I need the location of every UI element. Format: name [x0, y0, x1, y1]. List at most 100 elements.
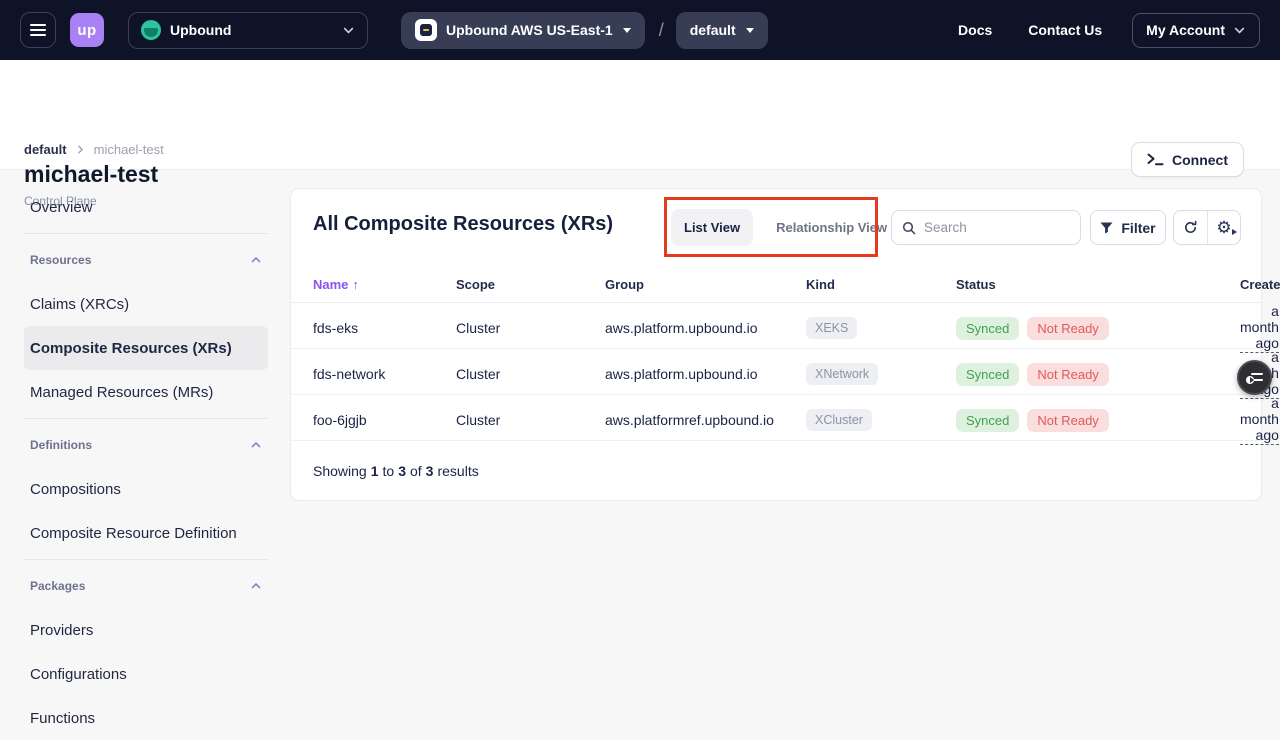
column-header-kind[interactable]: Kind: [806, 277, 956, 292]
sidebar-item-functions[interactable]: Functions: [24, 696, 268, 740]
cell-group: aws.platformref.upbound.io: [605, 412, 806, 428]
cell-group: aws.platform.upbound.io: [605, 366, 806, 382]
search-box: [891, 210, 1081, 245]
search-input[interactable]: [924, 220, 1070, 235]
caret-down-icon: [623, 28, 631, 33]
relationship-view-tab[interactable]: Relationship View: [763, 209, 900, 246]
control-plane-dropdown[interactable]: Upbound AWS US-East-1: [401, 12, 645, 49]
sidebar-section-title: Definitions: [30, 438, 92, 452]
refresh-icon: [1183, 220, 1198, 235]
page-header: default michael-test michael-test Contro…: [0, 60, 1280, 170]
sidebar-section-resources[interactable]: Resources: [24, 238, 268, 282]
upbound-logo-text: up: [77, 22, 96, 39]
results-from: 1: [371, 463, 379, 479]
cell-name[interactable]: fds-network: [313, 366, 456, 382]
not-ready-badge: Not Ready: [1027, 317, 1108, 340]
table-row[interactable]: fds-eks Cluster aws.platform.upbound.io …: [291, 303, 1261, 349]
composite-resources-table: Name ↑ Scope Group Kind Status Created f…: [291, 267, 1261, 501]
list-view-tab[interactable]: List View: [671, 209, 753, 246]
sidebar-section-title: Packages: [30, 579, 85, 593]
kind-badge: XCluster: [806, 409, 872, 431]
sidebar-item-composite-resource-definition[interactable]: Composite Resource Definition: [24, 511, 268, 555]
filter-funnel-icon: [1100, 222, 1113, 234]
hamburger-menu-icon[interactable]: [20, 12, 56, 48]
sidebar-item-compositions[interactable]: Compositions: [24, 467, 268, 511]
caret-down-icon: [746, 28, 754, 33]
table-header-row: Name ↑ Scope Group Kind Status Created: [291, 267, 1261, 303]
refresh-button[interactable]: [1174, 211, 1207, 244]
sort-ascending-icon: ↑: [352, 277, 359, 292]
cell-kind: XNetwork: [806, 363, 956, 385]
breadcrumb: default michael-test: [24, 142, 164, 157]
table-row[interactable]: fds-network Cluster aws.platform.upbound…: [291, 349, 1261, 395]
filter-button[interactable]: Filter: [1090, 210, 1166, 245]
sidebar-item-overview[interactable]: Overview: [24, 185, 268, 229]
column-header-name[interactable]: Name ↑: [313, 277, 456, 292]
sidebar-item-composite-resources-xrs[interactable]: Composite Resources (XRs): [24, 326, 268, 370]
column-header-scope[interactable]: Scope: [456, 277, 605, 292]
auto-refresh-settings-button[interactable]: ⚙: [1207, 211, 1240, 244]
breadcrumb-root[interactable]: default: [24, 142, 67, 157]
column-header-created[interactable]: Created: [1240, 277, 1280, 292]
synced-badge: Synced: [956, 317, 1019, 340]
filter-button-label: Filter: [1121, 220, 1155, 236]
feedback-widget-icon: [1246, 372, 1263, 384]
sidebar-section-definitions[interactable]: Definitions: [24, 423, 268, 467]
chevron-down-icon: [342, 24, 355, 37]
control-plane-icon: [415, 19, 437, 41]
table-row[interactable]: foo-6jgjb Cluster aws.platformref.upboun…: [291, 395, 1261, 441]
created-timestamp[interactable]: a month ago: [1240, 303, 1279, 353]
organization-dropdown-label: Upbound: [170, 22, 231, 38]
connect-button-label: Connect: [1172, 152, 1228, 168]
results-summary: Showing 1 to 3 of 3 results: [291, 441, 1261, 501]
kind-badge: XEKS: [806, 317, 857, 339]
cell-name[interactable]: foo-6jgjb: [313, 412, 456, 428]
cell-status: Synced Not Ready: [956, 317, 1240, 340]
column-header-group[interactable]: Group: [605, 277, 806, 292]
gear-play-icon: ⚙: [1216, 219, 1231, 236]
cell-created: a month ago: [1240, 303, 1279, 353]
organization-dropdown[interactable]: Upbound: [128, 12, 368, 49]
contact-us-link[interactable]: Contact Us: [1028, 22, 1102, 38]
cell-group: aws.platform.upbound.io: [605, 320, 806, 336]
group-dropdown[interactable]: default: [676, 12, 768, 49]
cell-created: a month ago: [1240, 395, 1279, 445]
connect-button[interactable]: Connect: [1131, 142, 1244, 177]
not-ready-badge: Not Ready: [1027, 363, 1108, 386]
chevron-up-icon: [250, 580, 262, 592]
path-separator: /: [659, 20, 664, 41]
terminal-icon: [1147, 153, 1164, 166]
sidebar-item-claims-xrcs[interactable]: Claims (XRCs): [24, 282, 268, 326]
cell-kind: XEKS: [806, 317, 956, 339]
group-dropdown-label: default: [690, 22, 736, 38]
sidebar-item-providers[interactable]: Providers: [24, 608, 268, 652]
sidebar-section-packages[interactable]: Packages: [24, 564, 268, 608]
organization-avatar-icon: [141, 20, 161, 40]
column-header-status[interactable]: Status: [956, 277, 1240, 292]
results-total: 3: [426, 463, 434, 479]
sidebar-item-managed-resources-mrs[interactable]: Managed Resources (MRs): [24, 370, 268, 414]
cell-status: Synced Not Ready: [956, 409, 1240, 432]
feedback-widget-button[interactable]: [1237, 360, 1272, 395]
my-account-label: My Account: [1146, 22, 1225, 38]
cell-name[interactable]: fds-eks: [313, 320, 456, 336]
not-ready-badge: Not Ready: [1027, 409, 1108, 432]
view-toggle: List View Relationship View: [671, 209, 900, 246]
composite-resources-panel: All Composite Resources (XRs) List View …: [290, 188, 1262, 501]
upbound-logo[interactable]: up: [70, 13, 104, 47]
sidebar-item-configurations[interactable]: Configurations: [24, 652, 268, 696]
chevron-up-icon: [250, 254, 262, 266]
panel-title: All Composite Resources (XRs): [313, 213, 613, 236]
docs-link[interactable]: Docs: [958, 22, 992, 38]
sidebar-divider: [24, 418, 268, 419]
created-timestamp[interactable]: a month ago: [1240, 395, 1279, 445]
sidebar-divider: [24, 559, 268, 560]
cell-scope: Cluster: [456, 412, 605, 428]
synced-badge: Synced: [956, 363, 1019, 386]
chevron-down-icon: [1233, 24, 1246, 37]
my-account-button[interactable]: My Account: [1132, 13, 1260, 48]
sidebar-section-title: Resources: [30, 253, 91, 267]
breadcrumb-current: michael-test: [94, 142, 164, 157]
sidebar-divider: [24, 233, 268, 234]
cell-status: Synced Not Ready: [956, 363, 1240, 386]
